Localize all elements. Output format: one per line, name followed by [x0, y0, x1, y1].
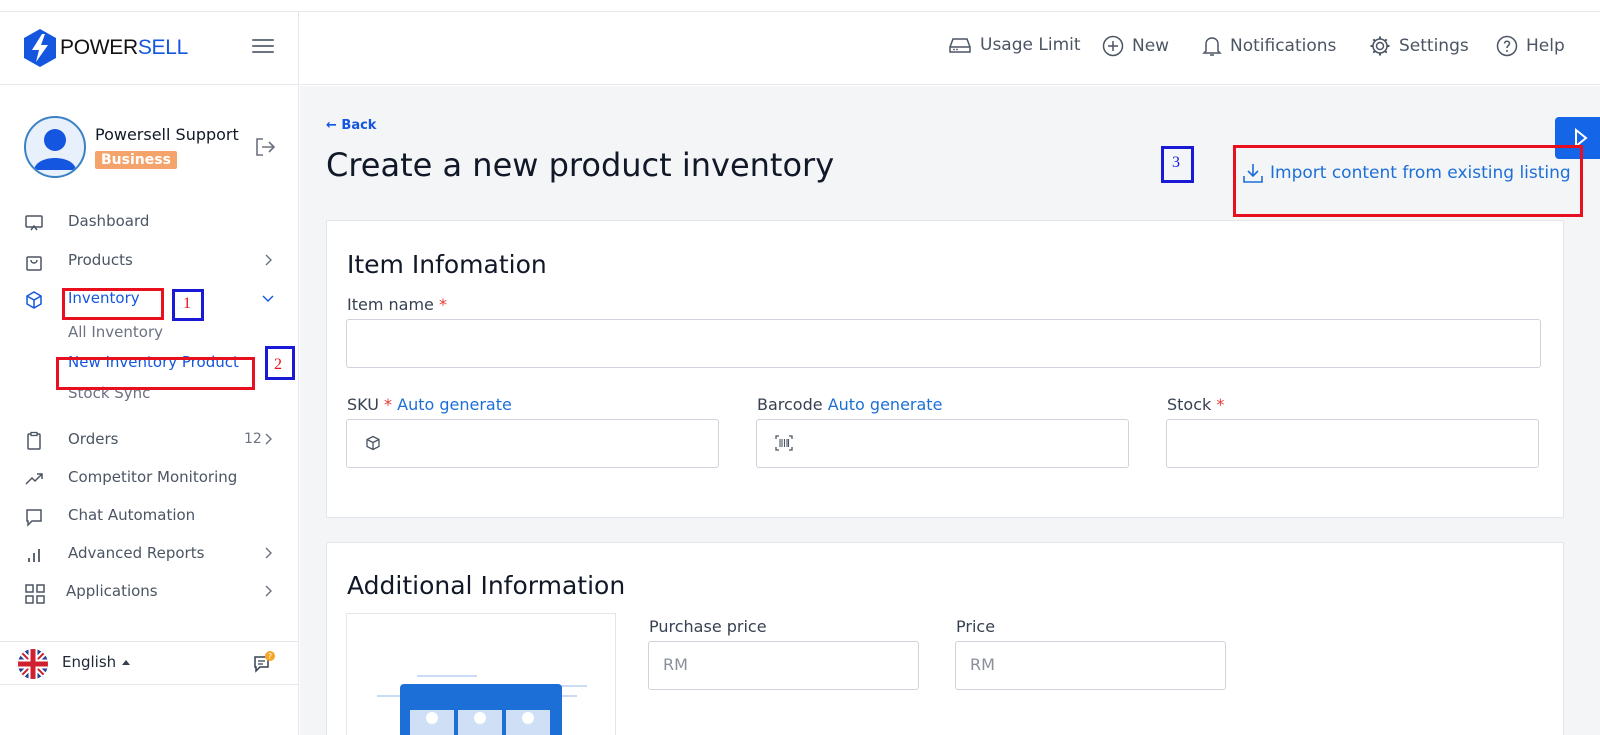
additional-information-card: Additional Information Purchase price RM… — [326, 542, 1564, 735]
stock-input[interactable] — [1166, 419, 1539, 468]
usage-limit-button[interactable]: Usage Limit — [948, 35, 1081, 55]
orders-count-badge: 12 — [244, 431, 262, 447]
annotation-box-import-link — [1233, 145, 1583, 217]
price-label: Price — [956, 617, 996, 636]
logout-icon[interactable] — [254, 137, 276, 157]
stock-label: Stock * — [1167, 395, 1225, 414]
item-name-input[interactable] — [346, 319, 1541, 368]
item-name-label: Item name * — [347, 295, 447, 314]
sidebar-item-chat-automation[interactable]: Chat Automation — [0, 501, 299, 531]
sidebar-subitem-all-inventory[interactable]: All Inventory — [68, 323, 163, 341]
chevron-right-icon — [265, 254, 272, 266]
sidebar-item-label: Orders — [68, 430, 119, 448]
chevron-right-icon — [265, 585, 272, 597]
chevron-right-icon — [265, 433, 272, 445]
language-selector[interactable]: English — [62, 653, 116, 671]
shopping-bag-icon — [26, 256, 42, 271]
sku-input[interactable] — [346, 419, 719, 468]
annotation-box-inventory — [62, 288, 164, 320]
sidebar-item-dashboard[interactable]: Dashboard — [0, 207, 299, 237]
top-bar: Usage Limit New Notifications Settings H… — [300, 12, 1600, 85]
support-chat-icon[interactable]: ? — [252, 651, 276, 675]
sidebar-item-applications[interactable]: Applications — [0, 577, 299, 607]
currency-placeholder: RM — [663, 655, 688, 674]
item-information-card: Item Infomation Item name * SKU * Auto g… — [326, 220, 1564, 518]
chevron-down-icon — [262, 295, 274, 302]
purchase-price-input[interactable]: RM — [648, 641, 919, 690]
chat-bubble-icon — [26, 509, 42, 527]
grid-apps-icon — [25, 584, 45, 604]
sku-auto-generate-link[interactable]: Auto generate — [397, 395, 512, 414]
image-placeholder-illustration — [377, 675, 587, 735]
plus-circle-icon — [1102, 35, 1124, 57]
sidebar-item-products[interactable]: Products — [0, 246, 299, 276]
new-button[interactable]: New — [1102, 35, 1169, 57]
caret-up-icon — [122, 660, 130, 665]
gear-icon — [1370, 36, 1390, 56]
barcode-icon — [775, 435, 793, 451]
monitor-icon — [25, 215, 43, 231]
annotation-number: 3 — [1172, 154, 1180, 171]
brand-logo[interactable]: POWERSELL — [22, 28, 188, 68]
sidebar-item-label: Dashboard — [68, 212, 150, 230]
profile-name: Powersell Support — [95, 125, 239, 144]
barcode-input[interactable] — [756, 419, 1129, 468]
uk-flag-icon[interactable] — [18, 649, 48, 679]
sidebar-item-label: Chat Automation — [68, 506, 196, 524]
sidebar-item-label: Products — [68, 251, 133, 269]
page-title: Create a new product inventory — [326, 146, 835, 184]
hard-drive-icon — [949, 38, 971, 53]
sidebar-item-label: Competitor Monitoring — [68, 468, 238, 486]
lightning-logo-icon — [24, 29, 56, 67]
notifications-button[interactable]: Notifications — [1202, 35, 1336, 57]
sidebar-footer: English ? — [0, 641, 299, 685]
section-heading: Item Infomation — [347, 250, 547, 279]
section-heading: Additional Information — [347, 571, 626, 600]
sidebar-item-label: Applications — [66, 582, 158, 600]
box-icon — [26, 291, 42, 309]
trending-up-icon — [25, 473, 43, 485]
clipboard-icon — [27, 431, 41, 450]
sku-label: SKU * Auto generate — [347, 395, 512, 414]
box-icon — [366, 435, 380, 451]
avatar — [24, 116, 86, 178]
bell-icon — [1202, 37, 1222, 56]
product-image-upload[interactable] — [346, 613, 616, 735]
plan-badge: Business — [95, 151, 177, 169]
barcode-auto-generate-link[interactable]: Auto generate — [828, 395, 943, 414]
currency-placeholder: RM — [970, 655, 995, 674]
bar-chart-icon — [28, 549, 40, 562]
annotation-number: 2 — [274, 356, 282, 373]
sidebar-item-competitor-monitoring[interactable]: Competitor Monitoring — [0, 463, 299, 493]
window-top-edge — [0, 0, 1600, 12]
help-circle-icon — [1496, 35, 1518, 57]
svg-text:?: ? — [268, 652, 272, 661]
user-profile: Powersell Support Business — [24, 116, 284, 178]
annotation-box-new-inventory-product — [56, 357, 255, 390]
price-input[interactable]: RM — [955, 641, 1226, 690]
settings-button[interactable]: Settings — [1369, 35, 1469, 57]
sidebar-item-orders[interactable]: Orders 12 — [0, 425, 299, 455]
annotation-number: 1 — [183, 295, 191, 312]
chevron-right-icon — [265, 547, 272, 559]
divider — [0, 84, 299, 85]
sidebar-item-label: Advanced Reports — [68, 544, 205, 562]
purchase-price-label: Purchase price — [649, 617, 767, 636]
menu-toggle-icon[interactable] — [252, 39, 274, 55]
barcode-label: Barcode Auto generate — [757, 395, 943, 414]
back-link[interactable]: ← Back — [326, 118, 376, 133]
brand-name: POWERSELL — [60, 36, 189, 59]
sidebar-item-advanced-reports[interactable]: Advanced Reports — [0, 539, 299, 569]
help-button[interactable]: Help — [1496, 35, 1565, 57]
